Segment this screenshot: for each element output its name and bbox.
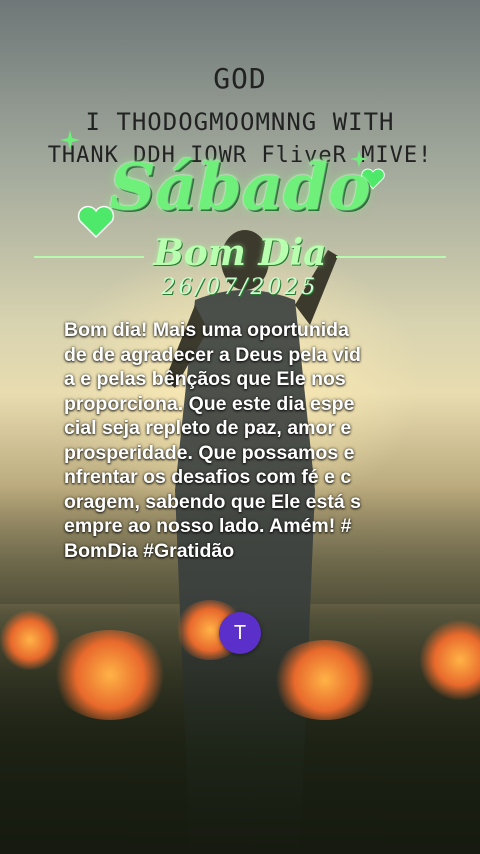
- post-message: Bom dia! Mais uma oportunida de de agrad…: [64, 319, 361, 562]
- flower-decoration: [0, 610, 60, 670]
- avatar-initial: T: [233, 621, 247, 644]
- avatar[interactable]: T: [219, 612, 261, 654]
- flower-decoration: [270, 640, 380, 720]
- date-label: 26/07/2025: [161, 275, 319, 300]
- sketch-god-text: GOD: [213, 62, 267, 95]
- greeting-title: Bom Dia: [153, 232, 327, 274]
- flower-decoration: [50, 630, 170, 720]
- day-title: Sábado: [109, 150, 371, 225]
- sparkle-icon: [60, 130, 80, 150]
